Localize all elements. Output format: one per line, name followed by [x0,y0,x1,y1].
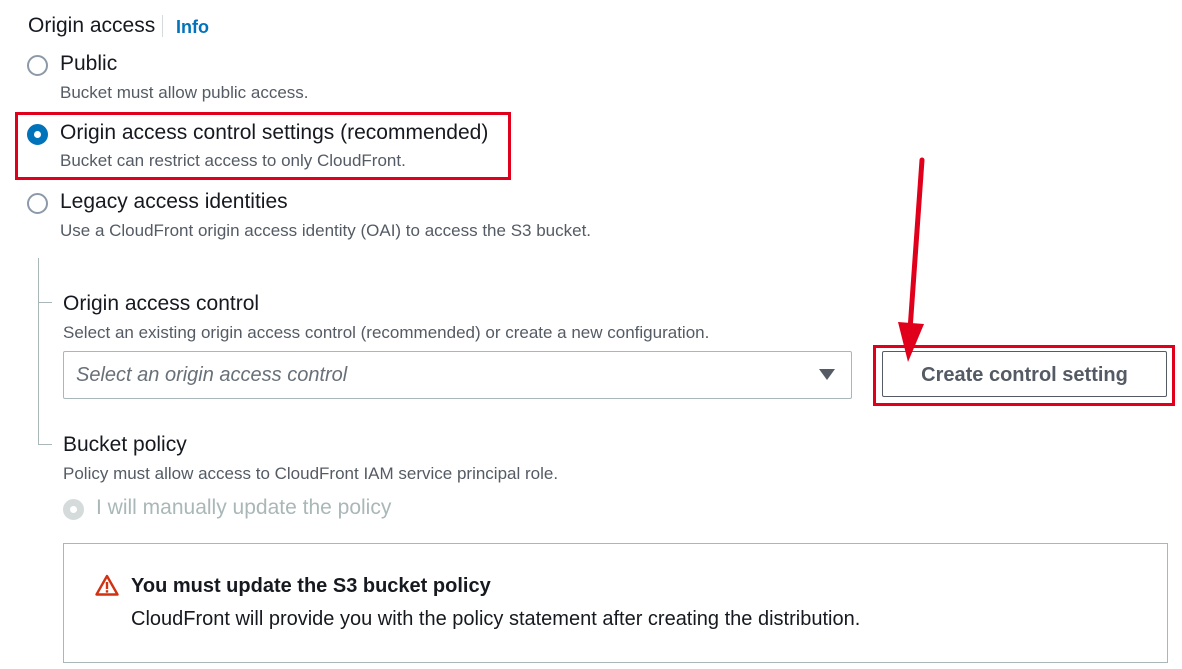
info-divider [162,15,163,37]
oac-radio[interactable] [27,124,48,145]
public-option-description: Bucket must allow public access. [60,83,309,102]
oac-option-label[interactable]: Origin access control settings (recommen… [60,119,488,147]
annotation-arrow-icon [898,157,925,362]
oac-select-placeholder: Select an origin access control [76,364,348,386]
manual-update-label: I will manually update the policy [96,496,392,519]
warning-icon [95,574,119,596]
legacy-radio[interactable] [27,193,48,214]
legacy-option-label[interactable]: Legacy access identities [60,188,288,216]
bucket-policy-label: Bucket policy [63,433,187,456]
oac-field-description: Select an existing origin access control… [63,323,710,342]
alert-text: CloudFront will provide you with the pol… [131,608,861,630]
legacy-option-description: Use a CloudFront origin access identity … [60,221,592,240]
public-option-label[interactable]: Public [60,50,117,78]
bucket-policy-description: Policy must allow access to CloudFront I… [63,464,559,483]
manual-update-radio [63,499,84,520]
tree-connector-policy [38,444,52,445]
oac-field-label: Origin access control [63,292,260,315]
oac-select[interactable]: Select an origin access control [63,351,852,399]
tree-connector-oac [38,302,52,303]
tree-connector-vertical [38,258,39,445]
bucket-policy-alert: You must update the S3 bucket policy Clo… [63,543,1168,663]
info-link[interactable]: Info [176,14,209,40]
alert-title: You must update the S3 bucket policy [131,575,491,597]
public-radio[interactable] [27,55,48,76]
caret-down-icon [819,369,835,380]
origin-access-title: Origin access [28,14,156,37]
oac-option-description: Bucket can restrict access to only Cloud… [60,151,406,170]
